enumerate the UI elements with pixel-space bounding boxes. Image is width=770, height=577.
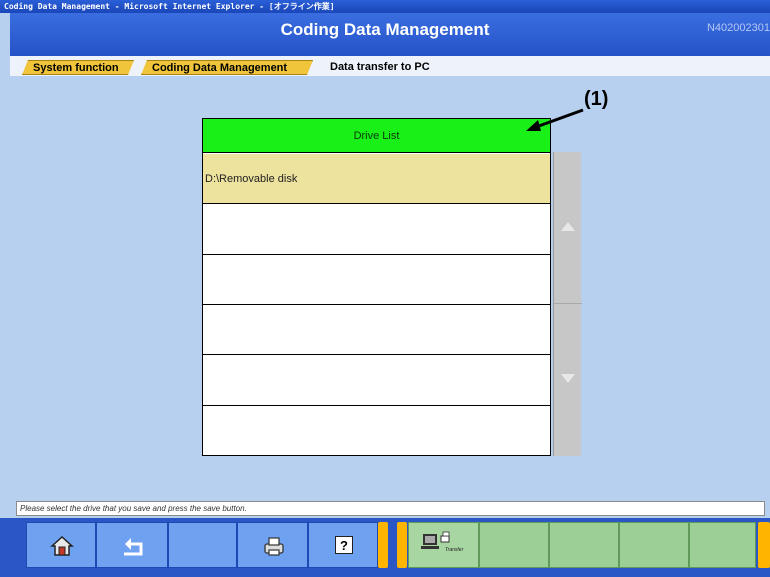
- drive-label: D:\Removable disk: [205, 173, 298, 185]
- arrow-up-icon: [561, 222, 575, 231]
- help-button[interactable]: ?: [308, 522, 378, 568]
- scroll-down-button[interactable]: [554, 304, 582, 456]
- toolbar-divider-right: [397, 522, 407, 568]
- function-button-5[interactable]: [689, 522, 756, 568]
- annotation-label: (1): [584, 88, 609, 110]
- home-icon: [50, 535, 74, 556]
- back-button[interactable]: [96, 522, 168, 568]
- status-message: Please select the drive that you save an…: [16, 501, 765, 516]
- function-button-2[interactable]: [479, 522, 549, 568]
- drive-row-empty[interactable]: [203, 255, 550, 305]
- drive-row-removable-disk[interactable]: D:\Removable disk: [203, 154, 550, 204]
- save-to-pc-button[interactable]: Transfer: [408, 522, 479, 568]
- drive-list-header: Drive List: [203, 119, 550, 153]
- function-button-4[interactable]: [619, 522, 689, 568]
- drive-row-empty[interactable]: [203, 355, 550, 406]
- drive-list: Drive List D:\Removable disk: [202, 118, 551, 456]
- save-button-caption: Transfer: [445, 547, 464, 553]
- print-button[interactable]: [237, 522, 308, 568]
- breadcrumb-system-function[interactable]: System function: [22, 60, 134, 75]
- drive-list-scrollbar[interactable]: [553, 152, 582, 456]
- breadcrumb-coding-data-management[interactable]: Coding Data Management: [141, 60, 313, 75]
- breadcrumb-data-transfer: Data transfer to PC: [330, 61, 430, 73]
- page-title: Coding Data Management: [280, 20, 490, 39]
- drive-row-empty[interactable]: [203, 204, 550, 255]
- back-icon: [124, 538, 143, 556]
- empty-button[interactable]: [168, 522, 237, 568]
- window-title: Coding Data Management - Microsoft Inter…: [4, 2, 335, 11]
- toolbar-divider-left: [378, 522, 388, 568]
- home-button[interactable]: [26, 522, 96, 568]
- function-button-3[interactable]: [549, 522, 619, 568]
- print-icon: [264, 537, 284, 556]
- arrow-down-icon: [561, 374, 575, 383]
- window-title-bar: Coding Data Management - Microsoft Inter…: [0, 0, 770, 13]
- drive-row-empty[interactable]: [203, 305, 550, 355]
- screen-code: N402002301: [706, 22, 770, 34]
- scroll-up-button[interactable]: [554, 152, 582, 304]
- help-icon: ?: [335, 536, 353, 554]
- toolbar-divider-end: [758, 522, 770, 568]
